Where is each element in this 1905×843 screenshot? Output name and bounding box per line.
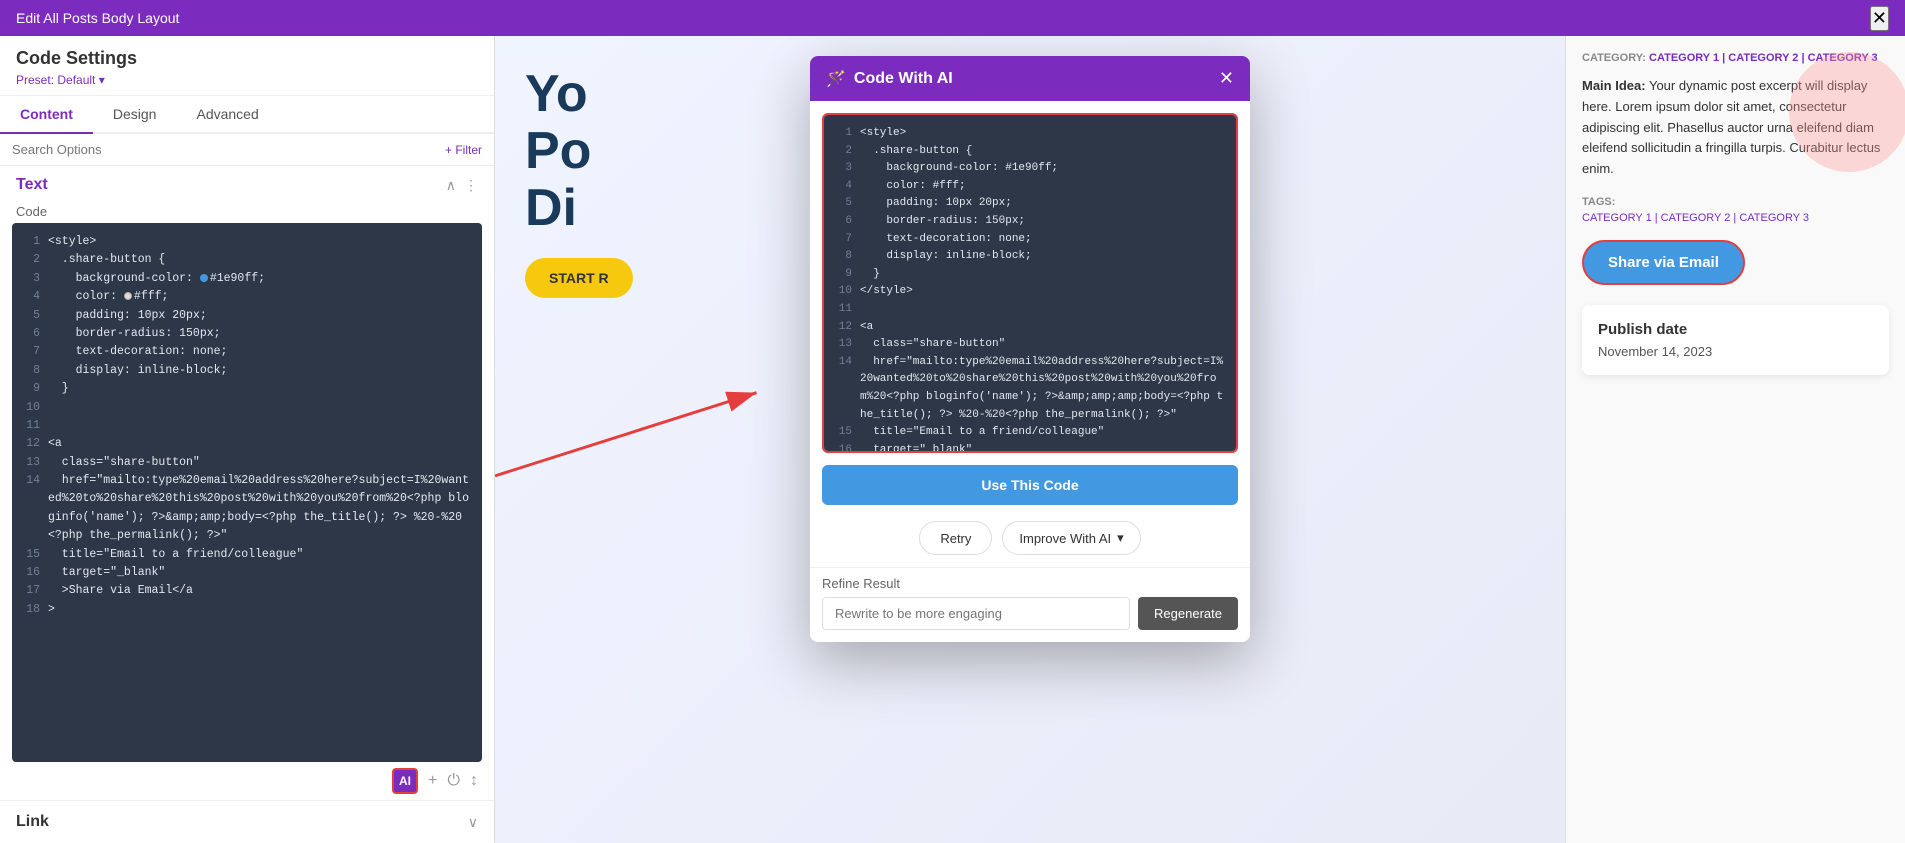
search-bar: + Filter (0, 134, 494, 166)
chevron-down-icon: ∨ (468, 814, 478, 831)
right-panel-inner: CATEGORY: CATEGORY 1 | CATEGORY 2 | CATE… (1582, 52, 1889, 375)
share-via-email-button[interactable]: Share via Email (1582, 240, 1745, 285)
add-icon[interactable]: + (428, 772, 437, 790)
code-line-12: 12 <a (22, 435, 472, 453)
retry-button[interactable]: Retry (919, 521, 992, 555)
modal-code-line-8: 8 display: inline-block; (834, 248, 1226, 266)
code-line-16: 16 target="_blank" (22, 564, 472, 582)
modal-code-line-15: 15 title="Email to a friend/colleague" (834, 424, 1226, 442)
modal-overlay: 🪄 Code With AI ✕ 1 <style> 2 .share-butt… (495, 36, 1565, 843)
ai-modal: 🪄 Code With AI ✕ 1 <style> 2 .share-butt… (810, 56, 1250, 642)
code-line-10: 10 (22, 399, 472, 417)
tabs-bar: Content Design Advanced (0, 96, 494, 134)
center-area: Yo Po Di START R 🪄 (495, 36, 1565, 843)
code-settings-header: Code Settings Preset: Default ▾ (0, 36, 494, 96)
improve-with-ai-button[interactable]: Improve With AI ▾ (1002, 521, 1140, 555)
tab-content[interactable]: Content (0, 96, 93, 134)
main-idea-label: Main Idea: (1582, 78, 1646, 93)
code-line-17: 17 >Share via Email</a (22, 582, 472, 600)
tab-advanced[interactable]: Advanced (176, 96, 278, 134)
modal-action-row: Retry Improve With AI ▾ (810, 517, 1250, 567)
modal-code-line-2: 2 .share-button { (834, 143, 1226, 161)
section-title: Text (16, 176, 48, 194)
tab-design[interactable]: Design (93, 96, 177, 134)
tags-label: TAGS: (1582, 196, 1615, 208)
code-line-6: 6 border-radius: 150px; (22, 325, 472, 343)
decorative-shape (1789, 52, 1905, 172)
refine-label: Refine Result (822, 576, 1238, 591)
regenerate-button[interactable]: Regenerate (1138, 597, 1238, 630)
code-settings-title: Code Settings (16, 48, 478, 69)
code-line-15: 15 title="Email to a friend/colleague" (22, 546, 472, 564)
top-bar: Edit All Posts Body Layout ✕ (0, 0, 1905, 36)
search-input[interactable] (12, 142, 437, 157)
tags-text: CATEGORY 1 | CATEGORY 2 | CATEGORY 3 (1582, 212, 1889, 224)
top-bar-title: Edit All Posts Body Layout (16, 10, 179, 26)
code-line-13: 13 class="share-button" (22, 454, 472, 472)
main-layout: Code Settings Preset: Default ▾ Content … (0, 36, 1905, 843)
publish-card: Publish date November 14, 2023 (1582, 305, 1889, 375)
ai-modal-title: 🪄 Code With AI (826, 69, 953, 89)
modal-code-line-5: 5 padding: 10px 20px; (834, 195, 1226, 213)
preset-label[interactable]: Preset: Default ▾ (16, 73, 478, 87)
chevron-down-icon: ▾ (1117, 530, 1124, 546)
ai-modal-close-button[interactable]: ✕ (1219, 68, 1234, 89)
code-editor-toolbar: AI + ⏻ ↕ (0, 762, 494, 800)
modal-code-line-7: 7 text-decoration: none; (834, 231, 1226, 249)
ai-button[interactable]: AI (392, 768, 418, 794)
tags-section: TAGS: CATEGORY 1 | CATEGORY 2 | CATEGORY… (1582, 192, 1889, 224)
link-section-title: Link (16, 813, 49, 831)
code-line-11: 11 (22, 417, 472, 435)
modal-code-line-14: 14 href="mailto:type%20email%20address%2… (834, 354, 1226, 424)
refine-row: Regenerate (822, 597, 1238, 630)
filter-button[interactable]: + Filter (445, 143, 482, 157)
power-icon[interactable]: ⏻ (447, 772, 460, 790)
code-line-9: 9 } (22, 380, 472, 398)
code-line-7: 7 text-decoration: none; (22, 343, 472, 361)
publish-date: November 14, 2023 (1598, 344, 1873, 359)
modal-code-line-9: 9 } (834, 266, 1226, 284)
code-line-18: 18 > (22, 601, 472, 619)
section-controls: ∧ ⋮ (446, 177, 478, 194)
modal-code-area: 1 <style> 2 .share-button { 3 background… (822, 113, 1238, 453)
modal-code-line-12: 12 <a (834, 319, 1226, 337)
modal-code-line-10: 10 </style> (834, 283, 1226, 301)
code-line-1: 1 <style> (22, 233, 472, 251)
code-line-14: 14 href="mailto:type%20email%20address%2… (22, 472, 472, 546)
code-line-4: 4 color: #fff; (22, 288, 472, 306)
sort-icon[interactable]: ↕ (470, 772, 478, 790)
modal-code-line-11: 11 (834, 301, 1226, 319)
code-line-2: 2 .share-button { (22, 251, 472, 269)
use-this-code-button[interactable]: Use This Code (822, 465, 1238, 505)
left-panel: Code Settings Preset: Default ▾ Content … (0, 36, 495, 843)
code-editor[interactable]: 1 <style> 2 .share-button { 3 background… (12, 223, 482, 762)
publish-card-title: Publish date (1598, 321, 1873, 338)
text-section-header: Text ∧ ⋮ (0, 166, 494, 200)
ai-modal-header: 🪄 Code With AI ✕ (810, 56, 1250, 101)
link-section[interactable]: Link ∨ (0, 800, 494, 843)
modal-code-line-4: 4 color: #fff; (834, 178, 1226, 196)
code-line-3: 3 background-color: #1e90ff; (22, 270, 472, 288)
refine-input[interactable] (822, 597, 1130, 630)
refine-section: Refine Result Regenerate (810, 567, 1250, 642)
modal-code-line-6: 6 border-radius: 150px; (834, 213, 1226, 231)
modal-code-line-1: 1 <style> (834, 125, 1226, 143)
more-options-button[interactable]: ⋮ (464, 177, 478, 194)
modal-code-line-3: 3 background-color: #1e90ff; (834, 160, 1226, 178)
code-line-8: 8 display: inline-block; (22, 362, 472, 380)
code-label: Code (0, 200, 494, 223)
close-button[interactable]: ✕ (1870, 6, 1889, 31)
wand-icon: 🪄 (826, 69, 846, 89)
modal-code-line-13: 13 class="share-button" (834, 336, 1226, 354)
collapse-button[interactable]: ∧ (446, 177, 456, 194)
right-panel: CATEGORY: CATEGORY 1 | CATEGORY 2 | CATE… (1565, 36, 1905, 843)
code-line-5: 5 padding: 10px 20px; (22, 307, 472, 325)
modal-code-line-16: 16 target="_blank" (834, 442, 1226, 453)
